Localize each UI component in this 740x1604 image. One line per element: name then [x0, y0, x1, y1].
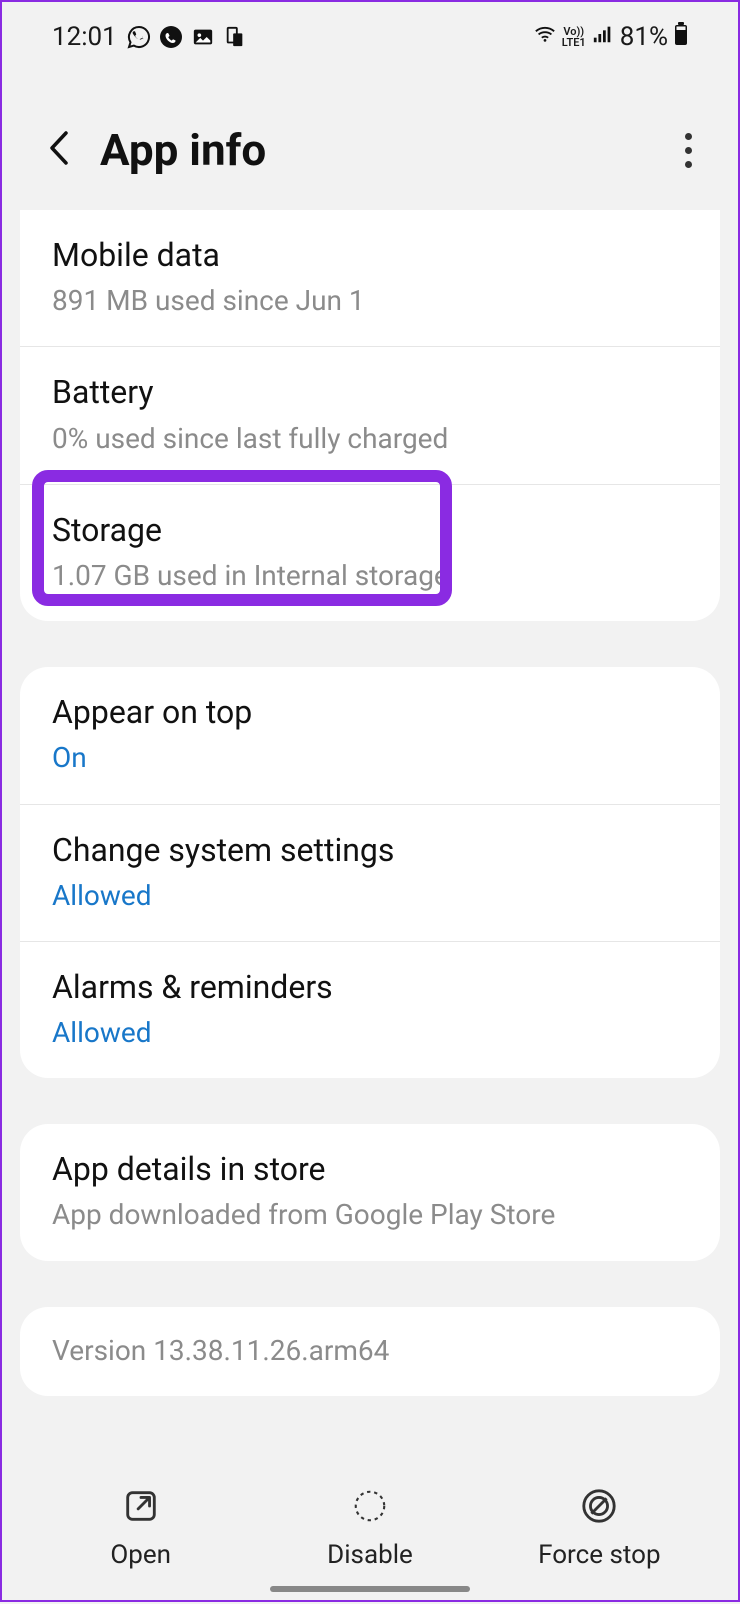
phone-icon: [159, 25, 183, 49]
force-stop-button[interactable]: Force stop: [485, 1486, 714, 1570]
version-card: Version 13.38.11.26.arm64: [20, 1307, 720, 1396]
disable-icon: [351, 1486, 389, 1526]
row-title: Alarms & reminders: [52, 966, 688, 1009]
row-title: Appear on top: [52, 691, 688, 734]
row-subtitle: Allowed: [52, 876, 688, 915]
battery-text: 81%: [620, 22, 668, 52]
usage-card: Mobile data 891 MB used since Jun 1 Batt…: [20, 210, 720, 621]
disable-button[interactable]: Disable: [255, 1486, 484, 1570]
row-subtitle: 891 MB used since Jun 1: [52, 281, 688, 320]
header: App info: [2, 66, 738, 206]
row-title: Battery: [52, 371, 688, 414]
permissions-card: Appear on top On Change system settings …: [20, 667, 720, 1078]
action-label: Force stop: [538, 1540, 660, 1570]
open-button[interactable]: Open: [26, 1486, 255, 1570]
row-title: Storage: [52, 509, 688, 552]
action-label: Open: [110, 1540, 171, 1570]
network-type: LTE1: [562, 37, 586, 48]
action-label: Disable: [327, 1540, 413, 1570]
mobile-data-row[interactable]: Mobile data 891 MB used since Jun 1: [20, 210, 720, 346]
open-icon: [122, 1486, 160, 1526]
navigation-handle[interactable]: [270, 1586, 470, 1592]
version-text: Version 13.38.11.26.arm64: [52, 1331, 688, 1370]
screen-icon: [223, 25, 247, 49]
alarms-reminders-row[interactable]: Alarms & reminders Allowed: [20, 941, 720, 1078]
force-stop-icon: [580, 1486, 618, 1526]
change-system-settings-row[interactable]: Change system settings Allowed: [20, 804, 720, 941]
row-subtitle: App downloaded from Google Play Store: [52, 1195, 688, 1234]
row-subtitle: 0% used since last fully charged: [52, 419, 688, 458]
row-title: Change system settings: [52, 829, 688, 872]
back-button[interactable]: [46, 129, 70, 171]
status-right: Vo)) LTE1 81%: [534, 22, 688, 52]
app-details-row[interactable]: App details in store App downloaded from…: [20, 1124, 720, 1260]
more-options-button[interactable]: [677, 125, 700, 176]
whatsapp-icon: [127, 25, 151, 49]
store-card: App details in store App downloaded from…: [20, 1124, 720, 1260]
row-subtitle: 1.07 GB used in Internal storage: [52, 556, 688, 595]
version-row: Version 13.38.11.26.arm64: [20, 1307, 720, 1396]
battery-icon: [674, 22, 688, 52]
status-left: 12:01: [52, 22, 247, 52]
signal-icon: [592, 23, 614, 51]
status-time: 12:01: [52, 22, 117, 52]
gallery-icon: [191, 25, 215, 49]
row-title: Mobile data: [52, 234, 688, 277]
page-title: App info: [100, 124, 266, 176]
appear-on-top-row[interactable]: Appear on top On: [20, 667, 720, 803]
wifi-icon: [534, 23, 556, 51]
battery-row[interactable]: Battery 0% used since last fully charged: [20, 346, 720, 483]
storage-row[interactable]: Storage 1.07 GB used in Internal storage: [20, 484, 720, 621]
row-title: App details in store: [52, 1148, 688, 1191]
row-subtitle: On: [52, 738, 688, 777]
status-bar: 12:01 Vo)) LTE1 81%: [2, 2, 738, 66]
bottom-action-bar: Open Disable Force stop: [2, 1466, 738, 1600]
row-subtitle: Allowed: [52, 1013, 688, 1052]
